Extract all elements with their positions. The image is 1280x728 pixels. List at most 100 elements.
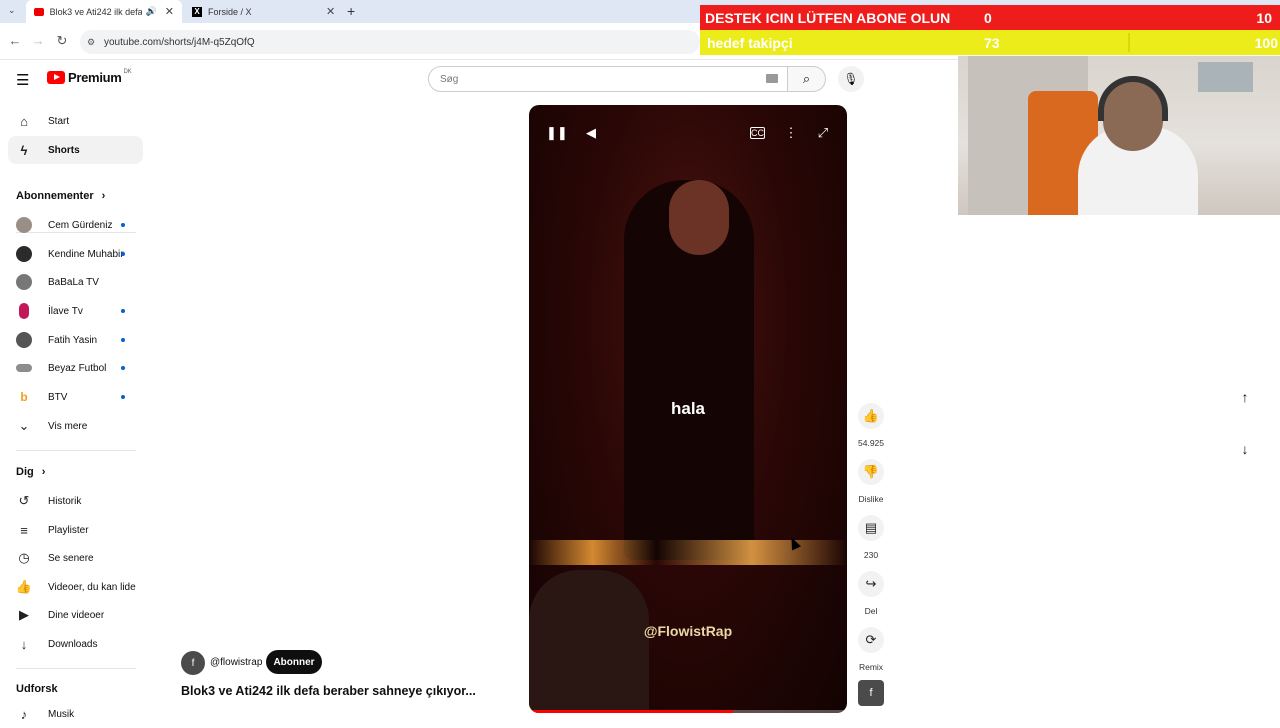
download-icon: ↓ — [20, 636, 28, 652]
dislike-button[interactable]: 👎 — [858, 459, 884, 485]
search-placeholder: Søg — [440, 73, 459, 85]
new-tab-icon[interactable]: + — [347, 3, 355, 19]
sidebar-divider — [16, 668, 136, 669]
sidebar-item-label: BaBaLa TV — [48, 276, 99, 288]
fullscreen-icon[interactable]: ⤢ — [814, 125, 832, 141]
back-icon[interactable]: ← — [7, 33, 23, 48]
remix-label: Remix — [858, 662, 884, 672]
reload-icon[interactable]: ↻ — [54, 33, 70, 49]
microphone-icon: 🎙 — [843, 72, 859, 86]
sidebar-item-history[interactable]: ↺ Historik — [8, 487, 143, 515]
subscriber-goal-current: 0 — [984, 9, 992, 26]
like-button[interactable]: 👍 — [858, 403, 884, 429]
sidebar-item-label: Cem Gürdeniz — [48, 219, 113, 231]
arrow-down-icon: ↓ — [1241, 441, 1249, 457]
sidebar-item-your-videos[interactable]: ▶ Dine videoer — [8, 601, 143, 629]
subscriber-goal-label: DESTEK ICIN LÜTFEN ABONE OLUN — [705, 9, 951, 26]
explore-heading: Udforsk — [16, 683, 58, 695]
sidebar-item-label: Downloads — [48, 638, 98, 650]
sidebar-item-start[interactable]: ⌂ Start — [8, 107, 143, 135]
tab-x[interactable]: X Forside / X ✕ — [184, 0, 344, 23]
previous-short-button[interactable]: ↑ — [1232, 384, 1258, 410]
video-progress-bar[interactable] — [529, 710, 847, 713]
sidebar: ⌂ Start ϟ Shorts Abonnementer › Cem Gürd… — [0, 60, 152, 722]
follower-goal-bar: hedef takipçi 73 100 — [700, 30, 1280, 55]
sidebar-item-shorts[interactable]: ϟ Shorts — [8, 136, 143, 164]
next-short-button[interactable]: ↓ — [1232, 436, 1258, 462]
youtube-favicon-icon — [34, 7, 44, 16]
sidebar-item-downloads[interactable]: ↓ Downloads — [8, 630, 143, 658]
like-count: 54.925 — [858, 438, 884, 448]
keyboard-icon[interactable] — [766, 74, 778, 83]
shorts-icon: ϟ — [20, 142, 28, 158]
close-tab-icon[interactable]: ✕ — [326, 5, 335, 18]
sidebar-item-label: Beyaz Futbol — [48, 362, 107, 374]
share-label: Del — [864, 606, 878, 616]
sidebar-item-label: Vis mere — [48, 420, 88, 432]
tab-youtube[interactable]: Blok3 ve Ati242 ilk defa be 🔊 ✕ — [26, 0, 182, 23]
sidebar-item-liked-videos[interactable]: 👍 Videoer, du kan lide — [8, 573, 143, 601]
follower-goal-label: hedef takipçi — [707, 34, 793, 51]
pause-icon[interactable]: ❚❚ — [546, 125, 568, 141]
share-button[interactable]: ↪ — [858, 571, 884, 597]
you-heading-label: Dig — [16, 466, 34, 478]
video-title[interactable]: Blok3 ve Ati242 ilk defa beraber sahneye… — [181, 684, 491, 698]
channel-avatar[interactable]: f — [181, 651, 205, 675]
show-more-button[interactable]: ⌄ Vis mere — [8, 412, 143, 440]
sidebar-item-label: Dine videoer — [48, 609, 105, 621]
more-options-icon[interactable]: ⋮ — [782, 125, 800, 141]
sidebar-item-label: Musik — [48, 708, 75, 720]
webcam-feed — [958, 56, 1280, 215]
avatar — [16, 217, 32, 233]
search-input[interactable]: Søg — [428, 66, 788, 92]
comment-count: 230 — [863, 550, 879, 560]
sidebar-item-label: Videoer, du kan lide — [48, 581, 136, 593]
history-icon: ↺ — [18, 493, 30, 508]
remix-button[interactable]: ⟳ — [858, 627, 884, 653]
new-content-dot — [121, 366, 125, 370]
sidebar-item-label: Start — [48, 115, 70, 127]
subscribe-button[interactable]: Abonner — [266, 650, 322, 674]
remix-icon: ⟳ — [865, 632, 877, 647]
subscriptions-heading[interactable]: Abonnementer › — [16, 190, 105, 202]
follower-goal-target: 100 — [1254, 34, 1278, 51]
follower-goal-current: 73 — [984, 34, 1000, 51]
channel-handle[interactable]: @flowistrap — [210, 657, 262, 668]
sidebar-item-label: BTV — [48, 391, 68, 403]
subscriptions-heading-label: Abonnementer — [16, 190, 94, 202]
subscriber-goal-target: 10 — [1256, 9, 1272, 26]
tab-youtube-label: Blok3 ve Ati242 ilk defa be — [49, 6, 142, 17]
forward-icon[interactable]: → — [30, 33, 46, 48]
sidebar-item-label: Fatih Yasin — [48, 334, 98, 346]
sidebar-item-babala-tv[interactable]: BaBaLa TV — [8, 268, 143, 296]
avatar — [16, 274, 32, 290]
explore-heading-label: Udforsk — [16, 683, 58, 695]
video-caption: hala — [670, 399, 706, 418]
captions-icon[interactable]: CC — [750, 127, 765, 139]
sidebar-item-label: Shorts — [48, 144, 80, 156]
avatar — [16, 332, 32, 348]
search-icon: ⌕ — [802, 71, 811, 86]
comments-button[interactable]: ▤ — [858, 515, 884, 541]
shorts-video-player[interactable]: ❚❚ ◀ CC ⋮ ⤢ hala @FlowistRap — [529, 105, 847, 713]
you-heading[interactable]: Dig › — [16, 466, 45, 478]
volume-icon[interactable]: ◀ — [582, 125, 600, 141]
channel-thumbnail[interactable]: f — [858, 680, 884, 706]
video-icon: ▶ — [19, 607, 29, 622]
chevron-right-icon: › — [41, 466, 46, 478]
close-tab-icon[interactable]: ✕ — [165, 5, 174, 18]
site-info-icon[interactable]: ⚙ — [87, 37, 95, 48]
sidebar-item-label: Kendine Muhabir — [48, 248, 124, 260]
voice-search-button[interactable]: 🎙 — [838, 66, 864, 92]
avatar — [19, 303, 29, 319]
sidebar-item-music[interactable]: ♪ Musik — [8, 700, 143, 728]
url-field[interactable]: ⚙ youtube.com/shorts/j4M-q5ZqOfQ — [80, 30, 700, 54]
search-button[interactable]: ⌕ — [788, 66, 826, 92]
chevron-right-icon: › — [101, 190, 106, 202]
tab-list-icon[interactable]: ⌄ — [8, 5, 16, 16]
sidebar-item-playlists[interactable]: ≡ Playlister — [8, 516, 143, 544]
sidebar-item-label: Playlister — [48, 524, 89, 536]
sidebar-item-watch-later[interactable]: ◷ Se senere — [8, 544, 143, 572]
sidebar-item-label: Se senere — [48, 552, 94, 564]
new-content-dot — [121, 395, 125, 399]
